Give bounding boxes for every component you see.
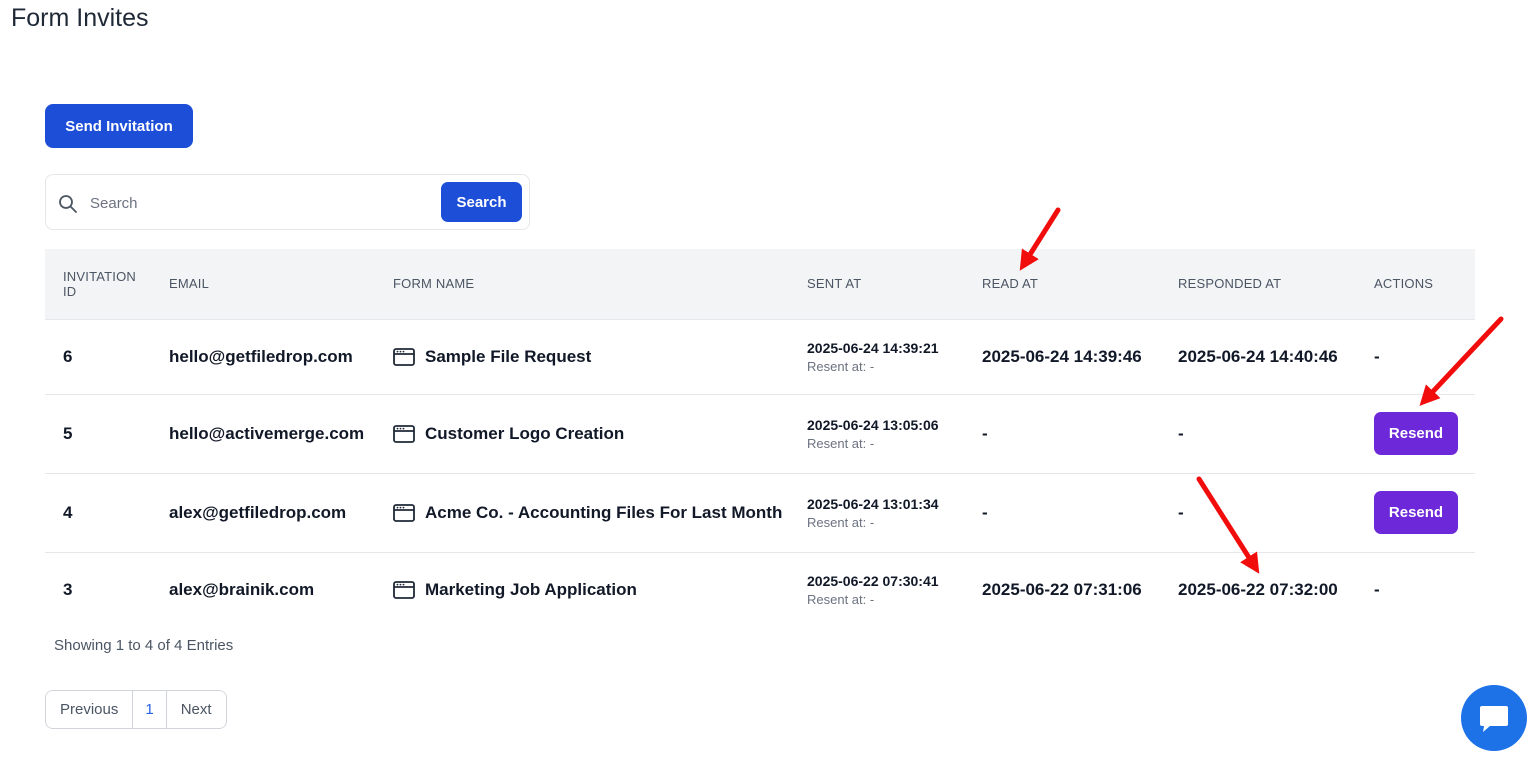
column-header-sent-at: SENT AT xyxy=(807,276,862,292)
search-icon xyxy=(59,195,77,213)
invitation-id: 4 xyxy=(63,502,73,522)
resend-button[interactable]: Resend xyxy=(1374,491,1458,534)
column-header-read-at: READ AT xyxy=(982,276,1039,292)
action-placeholder: - xyxy=(1374,579,1380,599)
column-header-actions: ACTIONS xyxy=(1374,276,1434,292)
sent-at-cell: 2025-06-24 13:05:06 Resent at: - xyxy=(789,394,964,473)
sent-at-cell: 2025-06-24 14:39:21 Resent at: - xyxy=(789,319,964,394)
pagination: Previous 1 Next xyxy=(45,690,227,729)
email: alex@brainik.com xyxy=(169,579,315,599)
read-at: - xyxy=(982,502,988,522)
search-bar: Search xyxy=(45,174,530,230)
action-placeholder: - xyxy=(1374,346,1380,366)
invitation-id: 6 xyxy=(63,346,73,366)
entries-summary: Showing 1 to 4 of 4 Entries xyxy=(54,637,234,654)
column-header-responded-at: RESPONDED AT xyxy=(1178,276,1282,292)
invites-table: INVITATION ID EMAIL FORM NAME SENT AT RE… xyxy=(45,249,1475,627)
form-name-cell: Customer Logo Creation xyxy=(375,394,789,473)
column-header-email: EMAIL xyxy=(169,276,210,292)
table-row: 3 alex@brainik.com Marketing Job Applica… xyxy=(45,552,1475,627)
sent-at-cell: 2025-06-24 13:01:34 Resent at: - xyxy=(789,473,964,552)
browser-window-icon xyxy=(393,503,415,522)
read-at: 2025-06-24 14:39:46 xyxy=(982,346,1142,366)
resent-at: Resent at: - xyxy=(807,514,875,530)
pagination-next[interactable]: Next xyxy=(166,691,226,728)
chat-bubble-icon xyxy=(1480,706,1508,732)
invitation-id: 3 xyxy=(63,579,73,599)
resent-at: Resent at: - xyxy=(807,591,875,607)
form-name: Acme Co. - Accounting Files For Last Mon… xyxy=(425,502,783,522)
responded-at: - xyxy=(1178,423,1184,443)
read-at: - xyxy=(982,423,988,443)
email: alex@getfiledrop.com xyxy=(169,502,347,522)
responded-at: 2025-06-24 14:40:46 xyxy=(1178,346,1338,366)
responded-at: - xyxy=(1178,502,1184,522)
read-at: 2025-06-22 07:31:06 xyxy=(982,579,1142,599)
form-name-cell: Marketing Job Application xyxy=(375,552,789,627)
search-button[interactable]: Search xyxy=(441,182,522,222)
form-name: Marketing Job Application xyxy=(425,579,637,599)
resent-at: Resent at: - xyxy=(807,358,875,374)
page-title: Form Invites xyxy=(11,4,149,32)
sent-at: 2025-06-24 14:39:21 xyxy=(807,339,939,356)
browser-window-icon xyxy=(393,347,415,366)
resent-at: Resent at: - xyxy=(807,435,875,451)
email: hello@getfiledrop.com xyxy=(169,346,353,366)
form-name: Customer Logo Creation xyxy=(425,423,625,443)
email: hello@activemerge.com xyxy=(169,423,365,443)
form-name-cell: Acme Co. - Accounting Files For Last Mon… xyxy=(375,473,789,552)
pagination-page-1[interactable]: 1 xyxy=(133,691,167,728)
resend-button[interactable]: Resend xyxy=(1374,412,1458,455)
sent-at: 2025-06-22 07:30:41 xyxy=(807,572,939,589)
search-input[interactable] xyxy=(88,187,432,219)
form-name-cell: Sample File Request xyxy=(375,319,789,394)
send-invitation-button[interactable]: Send Invitation xyxy=(45,104,193,148)
invitation-id: 5 xyxy=(63,423,73,443)
browser-window-icon xyxy=(393,424,415,443)
sent-at: 2025-06-24 13:05:06 xyxy=(807,416,939,433)
actions-cell: Resend xyxy=(1356,394,1475,473)
column-header-invitation-id: INVITATION ID xyxy=(63,268,137,299)
table-row: 5 hello@activemerge.com Customer Logo Cr… xyxy=(45,394,1475,473)
table-header-row: INVITATION ID EMAIL FORM NAME SENT AT RE… xyxy=(45,249,1475,319)
sent-at: 2025-06-24 13:01:34 xyxy=(807,495,939,512)
pagination-previous[interactable]: Previous xyxy=(46,691,134,728)
form-name: Sample File Request xyxy=(425,346,592,366)
actions-cell: Resend xyxy=(1356,473,1475,552)
responded-at: 2025-06-22 07:32:00 xyxy=(1178,579,1338,599)
browser-window-icon xyxy=(393,580,415,599)
chat-widget-button[interactable] xyxy=(1461,685,1527,751)
table-row: 4 alex@getfiledrop.com Acme Co. - Accoun… xyxy=(45,473,1475,552)
table-row: 6 hello@getfiledrop.com Sample File Requ… xyxy=(45,319,1475,394)
column-header-form-name: FORM NAME xyxy=(393,276,475,292)
sent-at-cell: 2025-06-22 07:30:41 Resent at: - xyxy=(789,552,964,627)
